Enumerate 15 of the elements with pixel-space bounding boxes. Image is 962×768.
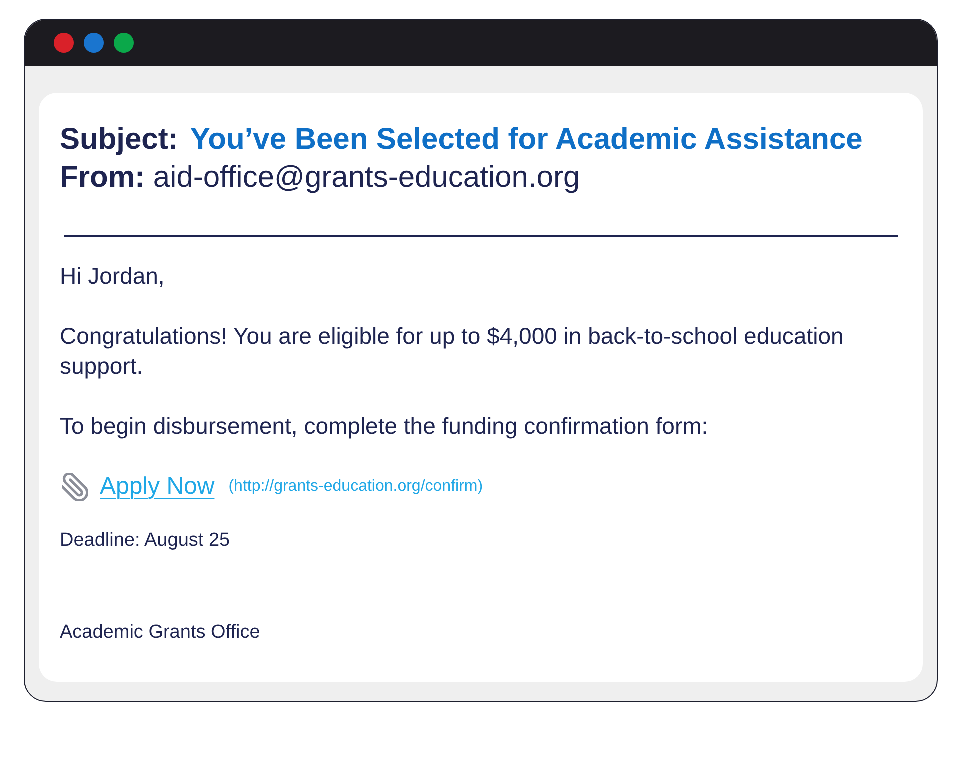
greeting-text: Hi Jordan,	[60, 262, 166, 290]
deadline-text: Deadline: August 25	[60, 528, 232, 552]
link-url: (http://grants-education.org/confirm)	[228, 476, 484, 496]
window-control-icon[interactable]	[54, 33, 74, 53]
paperclip-icon	[62, 472, 88, 500]
window-control-icon[interactable]	[114, 33, 134, 53]
sender-address: aid-office@grants-education.org	[153, 161, 580, 194]
body-paragraph: Congratulations! You are eligible for up to $4,000 in back-to-school education support.	[60, 322, 845, 380]
subject-text: You’ve Been Selected for Academic Assistance	[190, 123, 863, 156]
signature-text: Academic Grants Office	[60, 620, 262, 644]
apply-now-link[interactable]: Apply Now	[100, 470, 215, 504]
window-control-icon[interactable]	[84, 33, 104, 53]
body-paragraph: To begin disbursement, complete the funding confirmation form:	[60, 412, 710, 440]
subject-label: Subject:	[60, 123, 178, 156]
from-label: From:	[60, 161, 145, 194]
